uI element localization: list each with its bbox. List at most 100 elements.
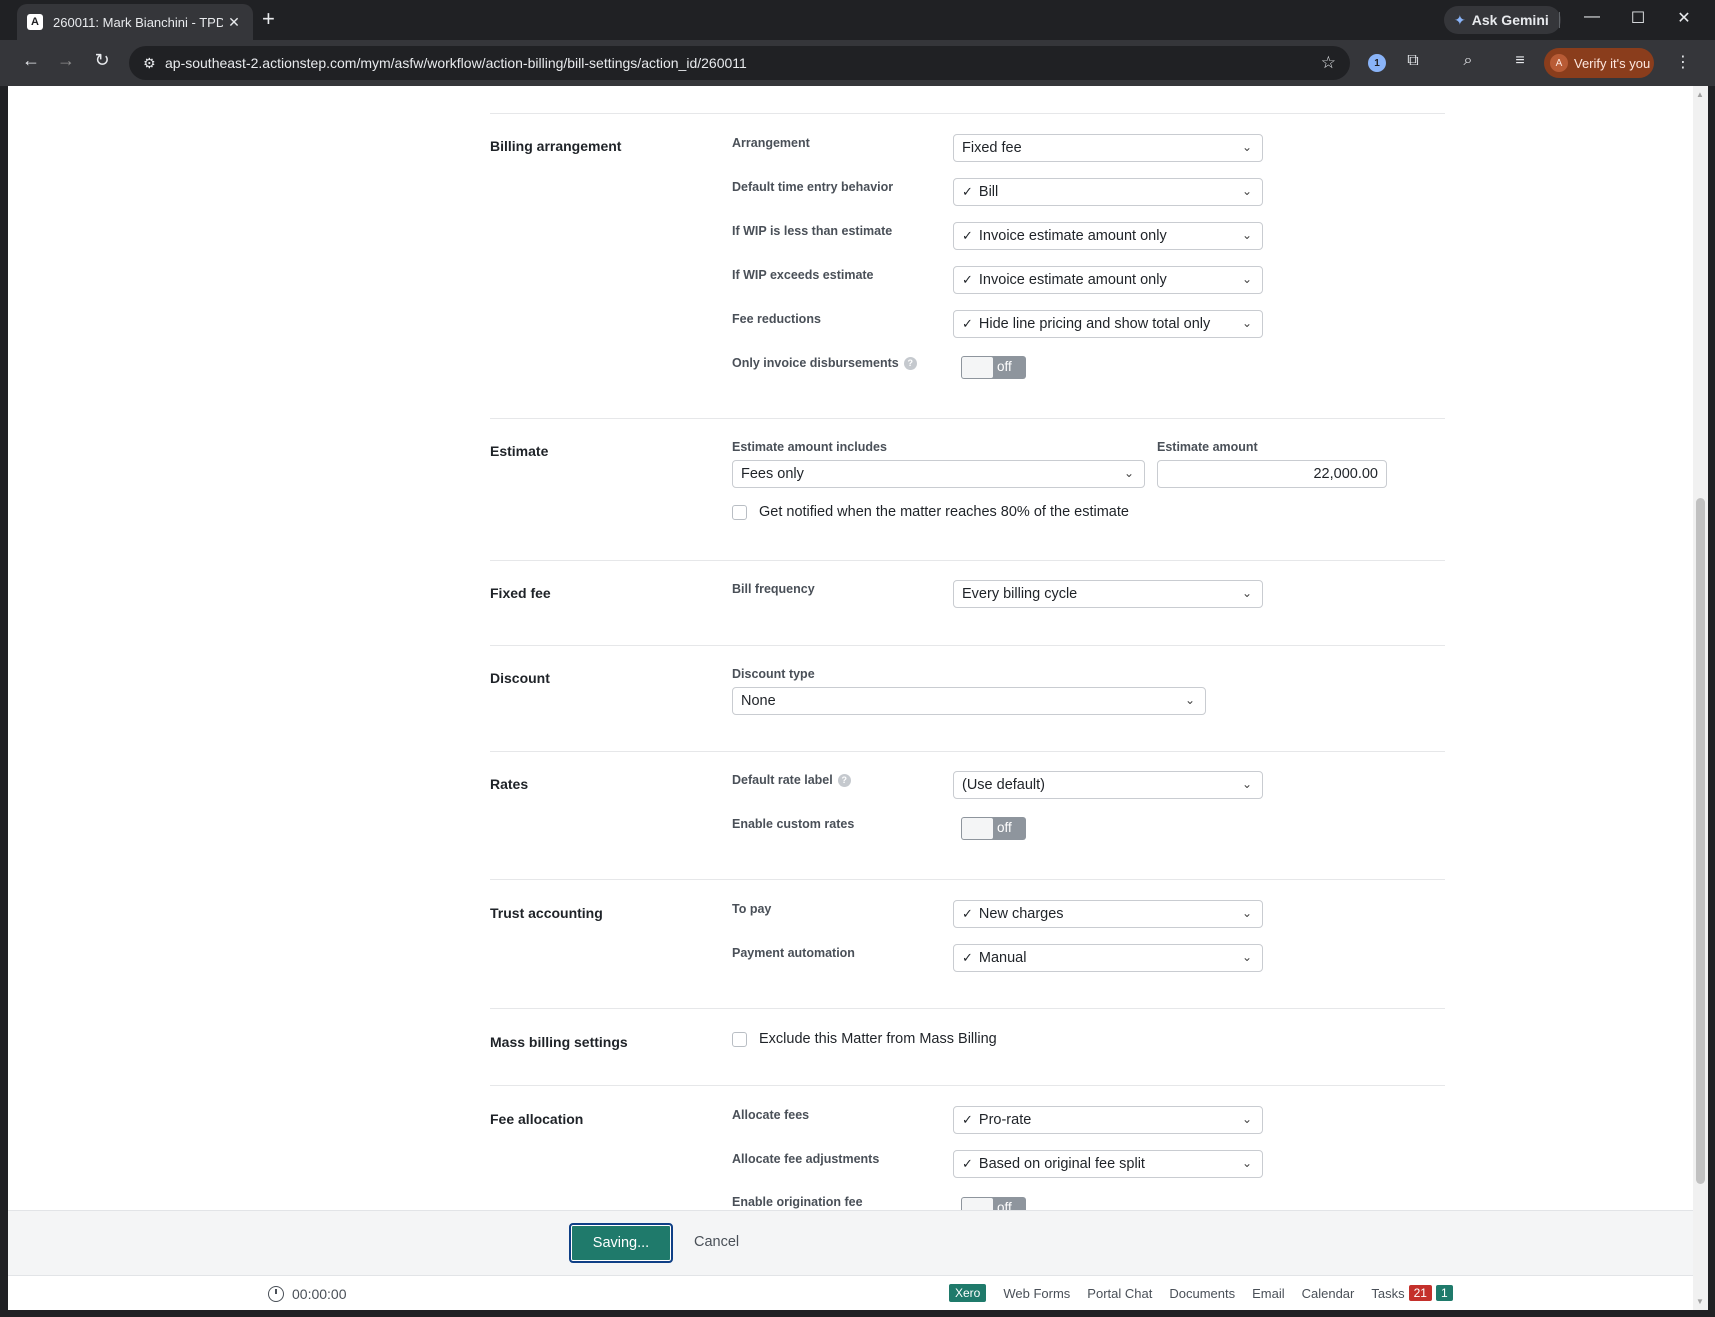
- chevron-down-icon: ⌄: [1241, 316, 1252, 330]
- web-forms-link[interactable]: Web Forms: [1003, 1286, 1070, 1301]
- estimate-amount-label: Estimate amount: [1157, 440, 1258, 454]
- new-tab-button[interactable]: +: [262, 8, 275, 30]
- exclude-mass-billing-row[interactable]: Exclude this Matter from Mass Billing: [732, 1031, 997, 1047]
- tabbar-separator: [1559, 12, 1560, 28]
- section-divider: [490, 751, 1445, 752]
- password-manager-icon[interactable]: 1: [1368, 54, 1386, 72]
- section-title-discount: Discount: [490, 670, 550, 686]
- scrollbar-thumb[interactable]: [1696, 498, 1705, 1184]
- tasks-due-badge[interactable]: 1: [1435, 1285, 1453, 1301]
- section-title-trust-accounting: Trust accounting: [490, 905, 603, 921]
- toggle-state: off: [997, 359, 1012, 374]
- to-pay-select[interactable]: ✓ New charges ⌄: [953, 900, 1263, 928]
- app-status-bar: 00:00:00 Xero Web Forms Portal Chat Docu…: [8, 1275, 1693, 1310]
- address-bar[interactable]: ⚙ ap-southeast-2.actionstep.com/mym/asfw…: [129, 46, 1350, 80]
- estimate-notify-checkbox[interactable]: [732, 504, 747, 520]
- check-icon: ✓: [962, 184, 973, 199]
- wip-less-label: If WIP is less than estimate: [732, 224, 893, 238]
- wip-less-select[interactable]: ✓ Invoice estimate amount only ⌄: [953, 222, 1263, 250]
- scroll-up-arrow-icon[interactable]: ▲: [1696, 90, 1704, 99]
- forward-arrow-icon[interactable]: →: [54, 50, 78, 71]
- ask-gemini-label: Ask Gemini: [1471, 12, 1549, 28]
- browser-tab[interactable]: A 260011: Mark Bianchini - TPD (A ✕: [17, 4, 253, 40]
- back-arrow-icon[interactable]: ←: [19, 50, 43, 71]
- time-recorder[interactable]: 00:00:00: [268, 1286, 347, 1302]
- toggle-state: off: [997, 820, 1012, 835]
- check-icon: ✓: [962, 316, 973, 331]
- profile-verify-button[interactable]: A Verify it's you: [1544, 48, 1654, 78]
- bookmark-star-icon[interactable]: ☆: [1321, 53, 1336, 73]
- close-window-icon[interactable]: ✕: [1672, 8, 1696, 28]
- bill-frequency-value: Every billing cycle: [962, 586, 1078, 602]
- toggle-knob: [962, 818, 993, 839]
- gemini-sparkle-icon: ✦: [1454, 11, 1466, 28]
- time-entry-behavior-label: Default time entry behavior: [732, 180, 894, 194]
- check-icon: ✓: [962, 272, 973, 287]
- payment-automation-select[interactable]: ✓ Manual ⌄: [953, 944, 1263, 972]
- minimize-window-icon[interactable]: —: [1580, 8, 1604, 26]
- tab-search-icon[interactable]: ⌕: [1457, 52, 1479, 70]
- maximize-window-icon[interactable]: ☐: [1626, 8, 1650, 28]
- only-invoice-disbursements-toggle[interactable]: off: [961, 356, 1026, 379]
- estimate-notify-row[interactable]: Get notified when the matter reaches 80%…: [732, 504, 1129, 520]
- enable-custom-rates-toggle[interactable]: off: [961, 817, 1026, 840]
- help-icon[interactable]: ?: [903, 357, 917, 370]
- section-divider: [490, 418, 1445, 419]
- site-settings-icon[interactable]: ⚙: [143, 55, 163, 72]
- wip-exceeds-select[interactable]: ✓ Invoice estimate amount only ⌄: [953, 266, 1263, 294]
- allocate-fee-adjustments-select[interactable]: ✓ Based on original fee split ⌄: [953, 1150, 1263, 1178]
- ask-gemini-button[interactable]: ✦ Ask Gemini: [1444, 6, 1561, 34]
- discount-type-select[interactable]: None ⌄: [732, 687, 1206, 715]
- default-rate-label-select[interactable]: (Use default) ⌄: [953, 771, 1263, 799]
- fee-reductions-select[interactable]: ✓ Hide line pricing and show total only …: [953, 310, 1263, 338]
- arrangement-label: Arrangement: [732, 136, 810, 150]
- window-border: [0, 1310, 1715, 1317]
- wip-exceeds-value: Invoice estimate amount only: [978, 272, 1167, 288]
- reload-icon[interactable]: ↻: [90, 50, 114, 71]
- only-invoice-disbursements-label: Only invoice disbursements?: [732, 356, 917, 370]
- chevron-down-icon: ⌄: [1241, 906, 1252, 920]
- url-text[interactable]: ap-southeast-2.actionstep.com/mym/asfw/w…: [165, 55, 747, 71]
- email-link[interactable]: Email: [1252, 1286, 1285, 1301]
- calendar-link[interactable]: Calendar: [1302, 1286, 1355, 1301]
- clock-icon: [268, 1286, 284, 1302]
- arrangement-value: Fixed fee: [962, 140, 1022, 156]
- check-icon: ✓: [962, 950, 973, 965]
- page-scrollbar[interactable]: ▲ ▼: [1693, 86, 1708, 1310]
- allocate-fee-adjustments-label: Allocate fee adjustments: [732, 1152, 880, 1166]
- section-divider: [490, 560, 1445, 561]
- discount-type-value: None: [741, 693, 776, 709]
- time-entry-behavior-select[interactable]: ✓ Bill ⌄: [953, 178, 1263, 206]
- scroll-down-arrow-icon[interactable]: ▼: [1696, 1297, 1704, 1306]
- bottom-links: Xero Web Forms Portal Chat Documents Ema…: [949, 1284, 1453, 1302]
- allocate-fees-select[interactable]: ✓ Pro-rate ⌄: [953, 1106, 1263, 1134]
- exclude-mass-billing-checkbox[interactable]: [732, 1031, 747, 1047]
- estimate-amount-input[interactable]: 22,000.00: [1157, 460, 1387, 488]
- save-button[interactable]: Saving...: [569, 1223, 673, 1263]
- estimate-includes-select[interactable]: Fees only ⌄: [732, 460, 1145, 488]
- arrangement-select[interactable]: Fixed fee ⌄: [953, 134, 1263, 162]
- browser-menu-icon[interactable]: ⋮: [1672, 52, 1694, 72]
- tasks-link[interactable]: Tasks: [1371, 1286, 1404, 1301]
- extensions-icon[interactable]: ⧉: [1402, 52, 1424, 70]
- documents-link[interactable]: Documents: [1169, 1286, 1235, 1301]
- payment-automation-label: Payment automation: [732, 946, 855, 960]
- tasks-overdue-badge[interactable]: 21: [1408, 1285, 1432, 1301]
- reading-list-icon[interactable]: ≡: [1509, 52, 1531, 70]
- cancel-button[interactable]: Cancel: [694, 1234, 739, 1250]
- chevron-down-icon: ⌄: [1123, 466, 1134, 480]
- bill-frequency-select[interactable]: Every billing cycle ⌄: [953, 580, 1263, 608]
- discount-type-label: Discount type: [732, 667, 815, 681]
- close-tab-icon[interactable]: ✕: [225, 14, 243, 31]
- timer-value: 00:00:00: [292, 1286, 347, 1302]
- help-icon[interactable]: ?: [837, 774, 851, 787]
- chevron-down-icon: ⌄: [1241, 950, 1252, 964]
- chevron-down-icon: ⌄: [1241, 586, 1252, 600]
- xero-link[interactable]: Xero: [949, 1284, 987, 1302]
- portal-chat-link[interactable]: Portal Chat: [1087, 1286, 1152, 1301]
- chevron-down-icon: ⌄: [1184, 693, 1195, 707]
- estimate-includes-value: Fees only: [741, 466, 804, 482]
- chevron-down-icon: ⌄: [1241, 1112, 1252, 1126]
- check-icon: ✓: [962, 1112, 973, 1127]
- check-icon: ✓: [962, 228, 973, 243]
